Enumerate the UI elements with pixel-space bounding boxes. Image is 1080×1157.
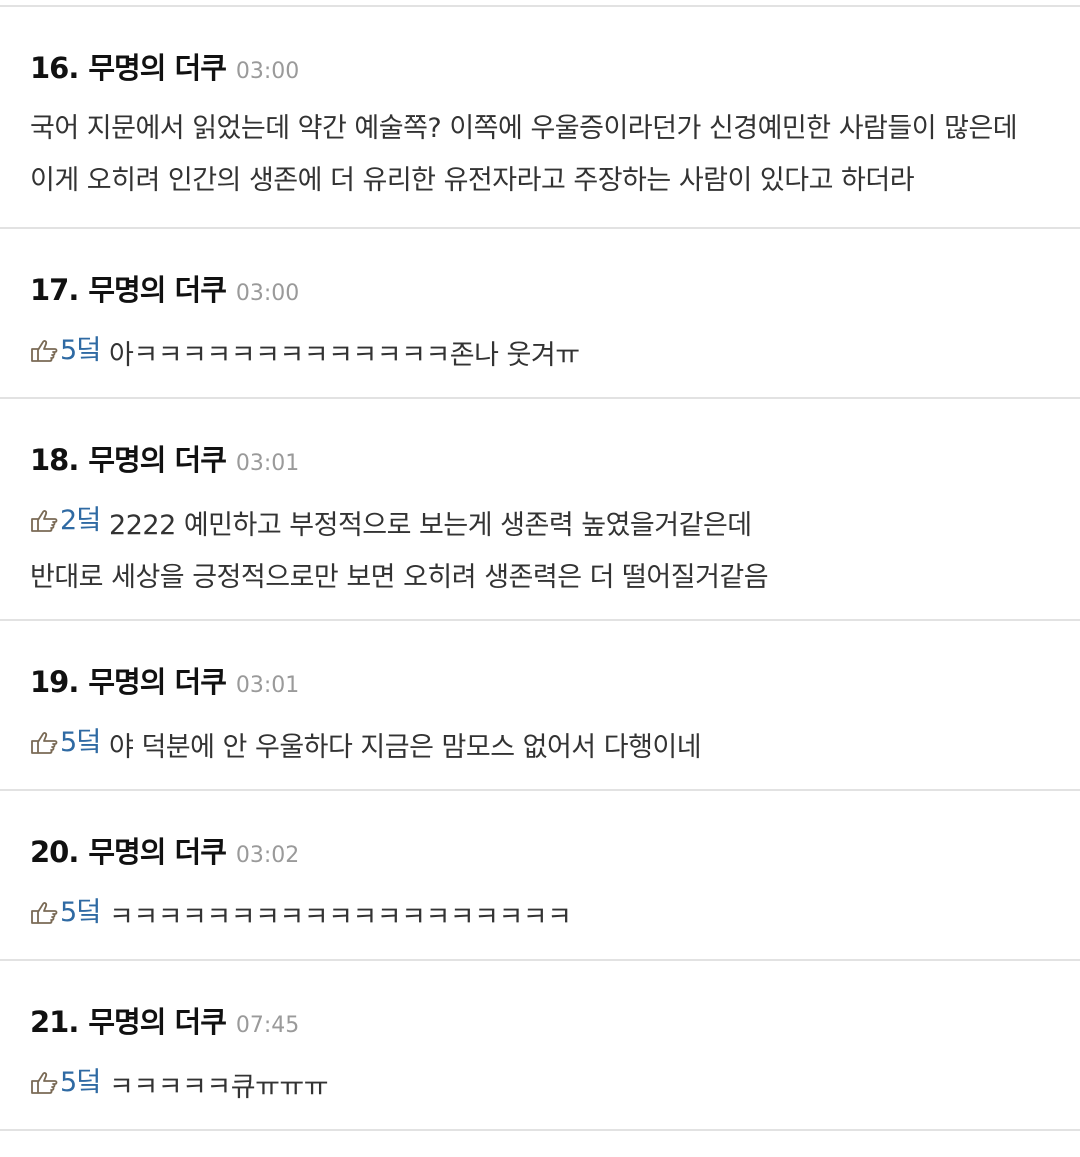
- comment-text-line: 반대로 세상을 긍정적으로만 보면 오히려 생존력은 더 떨어질거같음: [30, 562, 769, 593]
- comment-number: 16.: [30, 51, 79, 85]
- comment-time: 03:00: [235, 281, 300, 306]
- comment-body: 5덬 ㅋㅋㅋㅋㅋㅋㅋㅋㅋㅋㅋㅋㅋㅋㅋㅋㅋㅋㅋ: [30, 887, 1050, 944]
- comment-body: 2덬 2222 예민하고 부정적으로 보는게 생존력 높였을거같은데 반대로 세…: [30, 495, 1050, 604]
- comment-time: 07:45: [235, 1013, 300, 1038]
- comment-text-line: 야 덕분에 안 우울하다 지금은 맘모스 없어서 다행이네: [109, 732, 702, 763]
- comment-body: 5덬 아ㅋㅋㅋㅋㅋㅋㅋㅋㅋㅋㅋㅋㅋ존나 웃겨ㅠ: [30, 325, 1050, 382]
- comment-author[interactable]: 무명의 더쿠: [88, 829, 226, 871]
- comment-text-line: ㅋㅋㅋㅋㅋ큐ㅠㅠㅠ: [109, 1072, 329, 1103]
- comment-author[interactable]: 무명의 더쿠: [88, 267, 226, 309]
- comment-text-line: 이게 오히려 인간의 생존에 더 유리한 유전자라고 주장하는 사람이 있다고 …: [30, 165, 915, 196]
- comment-line-wrapper: 2덬 2222 예민하고 부정적으로 보는게 생존력 높였을거같은데: [30, 495, 1050, 552]
- comment-body: 국어 지문에서 읽었는데 약간 예술쪽? 이쪽에 우울증이라던가 신경예민한 사…: [30, 103, 1050, 207]
- comment-item: 16. 무명의 더쿠 03:00 국어 지문에서 읽었는데 약간 예술쪽? 이쪽…: [0, 7, 1080, 229]
- comment-header: 17. 무명의 더쿠 03:00: [30, 267, 1050, 307]
- comment-list: 16. 무명의 더쿠 03:00 국어 지문에서 읽었는데 약간 예술쪽? 이쪽…: [0, 5, 1080, 1131]
- comment-author[interactable]: 무명의 더쿠: [88, 999, 226, 1041]
- comment-header: 19. 무명의 더쿠 03:01: [30, 659, 1050, 699]
- comment-text-line: ㅋㅋㅋㅋㅋㅋㅋㅋㅋㅋㅋㅋㅋㅋㅋㅋㅋㅋㅋ: [109, 902, 572, 933]
- reply-ref-number[interactable]: 5덬: [60, 1057, 102, 1109]
- pointing-hand-icon: [31, 732, 58, 754]
- reply-ref-number[interactable]: 5덬: [60, 887, 102, 939]
- comment-body: 5덬 야 덕분에 안 우울하다 지금은 맘모스 없어서 다행이네: [30, 717, 1050, 774]
- comment-author[interactable]: 무명의 더쿠: [88, 45, 226, 87]
- reply-ref-number[interactable]: 5덬: [60, 717, 102, 769]
- comment-item: 20. 무명의 더쿠 03:02 5덬 ㅋㅋㅋㅋㅋㅋㅋㅋㅋㅋㅋㅋㅋㅋㅋㅋㅋㅋㅋ: [0, 791, 1080, 961]
- pointing-hand-icon: [31, 1072, 58, 1094]
- reply-reference[interactable]: 5덬: [30, 1057, 102, 1109]
- comment-time: 03:02: [235, 843, 300, 868]
- comment-header: 18. 무명의 더쿠 03:01: [30, 437, 1050, 477]
- comment-time: 03:01: [235, 673, 300, 698]
- pointing-hand-icon: [31, 510, 58, 532]
- reply-ref-number[interactable]: 5덬: [60, 325, 102, 377]
- comment-author[interactable]: 무명의 더쿠: [88, 437, 226, 479]
- reply-reference[interactable]: 5덬: [30, 717, 102, 769]
- comment-number: 17.: [30, 273, 79, 307]
- comment-text-line: 국어 지문에서 읽었는데 약간 예술쪽? 이쪽에 우울증이라던가 신경예민한 사…: [30, 113, 1018, 144]
- comment-item: 19. 무명의 더쿠 03:01 5덬 야 덕분에 안 우울하다 지금은 맘모스…: [0, 621, 1080, 791]
- comment-time: 03:00: [235, 59, 300, 84]
- reply-reference[interactable]: 2덬: [30, 495, 102, 547]
- comment-body: 5덬 ㅋㅋㅋㅋㅋ큐ㅠㅠㅠ: [30, 1057, 1050, 1114]
- comment-number: 18.: [30, 443, 79, 477]
- comment-header: 20. 무명의 더쿠 03:02: [30, 829, 1050, 869]
- comment-text-line: 2222 예민하고 부정적으로 보는게 생존력 높였을거같은데: [109, 510, 752, 541]
- comment-header: 21. 무명의 더쿠 07:45: [30, 999, 1050, 1039]
- reply-reference[interactable]: 5덬: [30, 887, 102, 939]
- comment-item: 21. 무명의 더쿠 07:45 5덬 ㅋㅋㅋㅋㅋ큐ㅠㅠㅠ: [0, 961, 1080, 1131]
- comment-number: 21.: [30, 1005, 79, 1039]
- reply-reference[interactable]: 5덬: [30, 325, 102, 377]
- pointing-hand-icon: [31, 902, 58, 924]
- comment-author[interactable]: 무명의 더쿠: [88, 659, 226, 701]
- comment-text-line: 아ㅋㅋㅋㅋㅋㅋㅋㅋㅋㅋㅋㅋㅋ존나 웃겨ㅠ: [109, 340, 580, 371]
- comment-item: 18. 무명의 더쿠 03:01 2덬 2222 예민하고 부정적으로 보는게 …: [0, 399, 1080, 621]
- comment-header: 16. 무명의 더쿠 03:00: [30, 45, 1050, 85]
- comment-time: 03:01: [235, 451, 300, 476]
- comment-item: 17. 무명의 더쿠 03:00 5덬 아ㅋㅋㅋㅋㅋㅋㅋㅋㅋㅋㅋㅋㅋ존나 웃겨ㅠ: [0, 229, 1080, 399]
- comment-number: 19.: [30, 665, 79, 699]
- comment-number: 20.: [30, 835, 79, 869]
- reply-ref-number[interactable]: 2덬: [60, 495, 102, 547]
- pointing-hand-icon: [31, 340, 58, 362]
